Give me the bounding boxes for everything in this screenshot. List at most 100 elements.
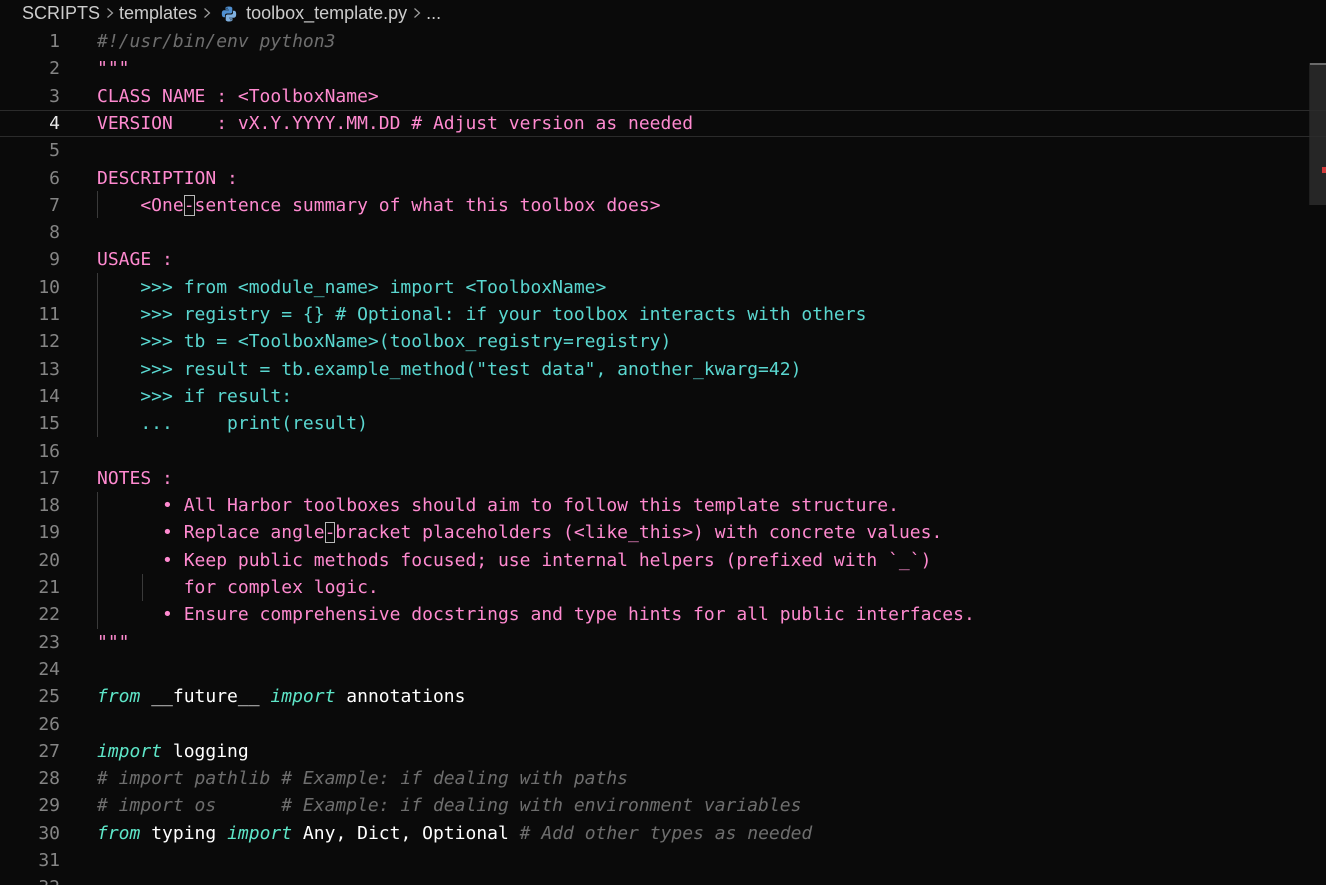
code-line[interactable]: 1 #!/usr/bin/env python3 xyxy=(0,28,1326,55)
code-text: • Keep public methods focused; use inter… xyxy=(97,547,931,574)
line-number: 10 xyxy=(38,276,60,298)
code-line[interactable]: 13 >>> result = tb.example_method("test … xyxy=(0,356,1326,383)
code-token: import xyxy=(270,686,336,708)
line-number: 28 xyxy=(38,768,60,790)
code-text: ... print(result) xyxy=(97,410,368,437)
code-line[interactable]: 15 ... print(result) xyxy=(0,410,1326,437)
code-token: >>> from <module_name> import <ToolboxNa… xyxy=(97,276,607,298)
code-token: • Replace angle xyxy=(97,522,325,544)
code-text: """ xyxy=(97,55,130,82)
code-token: >>> tb = <ToolboxName>(toolbox_registry=… xyxy=(97,331,672,353)
code-line[interactable]: 10 >>> from <module_name> import <Toolbo… xyxy=(0,274,1326,301)
code-line[interactable]: 3 CLASS NAME : <ToolboxName> xyxy=(0,83,1326,110)
code-line[interactable]: 27 import logging xyxy=(0,738,1326,765)
code-token: # import pathlib # Example: if dealing w… xyxy=(97,768,629,790)
code-token: >>> result = tb.example_method("test dat… xyxy=(97,358,802,380)
bracket-match-highlight: - xyxy=(324,522,336,544)
line-number: 5 xyxy=(49,140,60,162)
code-line[interactable]: 18 • All Harbor toolboxes should aim to … xyxy=(0,492,1326,519)
line-number: 6 xyxy=(49,167,60,189)
line-number: 32 xyxy=(0,874,60,885)
breadcrumb-item-scripts[interactable]: SCRIPTS xyxy=(22,3,100,24)
code-line[interactable]: 31 xyxy=(0,847,1326,874)
code-token: """ xyxy=(97,58,130,80)
line-number: 17 xyxy=(38,467,60,489)
code-text: >>> tb = <ToolboxName>(toolbox_registry=… xyxy=(97,328,671,355)
code-line[interactable]: 22 • Ensure comprehensive docstrings and… xyxy=(0,601,1326,628)
code-line[interactable]: 11 >>> registry = {} # Optional: if your… xyxy=(0,301,1326,328)
code-token: sentence summary of what this toolbox do… xyxy=(194,194,661,216)
code-line[interactable]: 2 """ xyxy=(0,55,1326,82)
code-line[interactable]: 28 # import pathlib # Example: if dealing… xyxy=(0,765,1326,792)
line-number: 15 xyxy=(38,413,60,435)
code-line[interactable]: 17 NOTES : xyxy=(0,465,1326,492)
line-number: 4 xyxy=(49,112,60,134)
code-line[interactable]: 7 <One-sentence summary of what this too… xyxy=(0,192,1326,219)
code-token: __future__ xyxy=(140,686,271,708)
line-number: 23 xyxy=(38,631,60,653)
code-line[interactable]: 30 from typing import Any, Dict, Optional… xyxy=(0,820,1326,847)
code-line[interactable]: 26 xyxy=(0,711,1326,738)
code-token: • All Harbor toolboxes should aim to fol… xyxy=(97,495,899,517)
code-line[interactable]: 32 xyxy=(0,874,1326,885)
line-number: 21 xyxy=(38,577,60,598)
code-line[interactable]: 25 from __future__ import annotations xyxy=(0,683,1326,710)
code-line[interactable]: 24 xyxy=(0,656,1326,683)
line-number: 18 xyxy=(38,495,60,517)
code-token: USAGE : xyxy=(97,249,173,271)
code-line[interactable]: 29 # import os # Example: if dealing with… xyxy=(0,792,1326,819)
line-number: 7 xyxy=(49,194,60,216)
code-text: #!/usr/bin/env python3 xyxy=(97,28,335,55)
code-line[interactable]: 5 xyxy=(0,137,1326,164)
code-text: VERSION : vX.Y.YYYY.MM.DD # Adjust versi… xyxy=(97,111,693,136)
code-line[interactable]: 16 xyxy=(0,438,1326,465)
line-number: 29 xyxy=(38,795,60,817)
code-token: for complex logic. xyxy=(97,577,379,598)
code-text: USAGE : xyxy=(97,246,173,273)
code-line[interactable]: 9 USAGE : xyxy=(0,246,1326,273)
code-token: >>> if result: xyxy=(97,385,293,407)
code-token: bracket placeholders (<like_this>) with … xyxy=(335,522,943,544)
code-token: # Add other types as needed xyxy=(519,822,813,844)
code-text: # import os # Example: if dealing with e… xyxy=(97,792,801,819)
line-number: 27 xyxy=(38,740,60,762)
line-number: 26 xyxy=(38,713,60,735)
code-text: for complex logic. xyxy=(97,574,379,601)
code-token: # import os # Example: if dealing with e… xyxy=(97,795,802,817)
code-token: <One xyxy=(97,194,184,216)
code-text: from __future__ import annotations xyxy=(97,683,465,710)
code-editor[interactable]: 1 #!/usr/bin/env python3 2 """ 3 CLASS NAME :… xyxy=(0,27,1326,885)
breadcrumb-item-more[interactable]: ... xyxy=(426,3,441,24)
breadcrumb-item-templates[interactable]: templates xyxy=(119,3,197,24)
code-line[interactable]: 12 >>> tb = <ToolboxName>(toolbox_regist… xyxy=(0,328,1326,355)
line-number: 9 xyxy=(49,249,60,271)
breadcrumb: SCRIPTS templates toolbox_template.py ..… xyxy=(0,0,1326,27)
code-line[interactable]: 8 xyxy=(0,219,1326,246)
line-number: 14 xyxy=(38,385,60,407)
line-number: 30 xyxy=(38,822,60,844)
code-text: CLASS NAME : <ToolboxName> xyxy=(97,83,379,110)
code-token: Any, Dict, Optional xyxy=(292,822,520,844)
code-line[interactable]: 21 for complex logic. xyxy=(0,574,1326,601)
line-number: 16 xyxy=(38,440,60,462)
code-token: • Ensure comprehensive docstrings and ty… xyxy=(97,604,975,626)
code-text: >>> result = tb.example_method("test dat… xyxy=(97,356,801,383)
chevron-right-icon xyxy=(413,7,421,18)
code-line[interactable]: 6 DESCRIPTION : xyxy=(0,165,1326,192)
code-token: annotations xyxy=(335,686,466,708)
code-line[interactable]: 20 • Keep public methods focused; use in… xyxy=(0,547,1326,574)
chevron-right-icon xyxy=(106,7,114,18)
chevron-right-icon xyxy=(203,7,211,18)
line-number: 3 xyxy=(49,85,60,107)
code-token: DESCRIPTION : xyxy=(97,167,238,189)
line-number: 2 xyxy=(49,58,60,80)
line-number: 31 xyxy=(38,850,60,871)
code-text: • Replace angle-bracket placeholders (<l… xyxy=(97,519,942,546)
code-line[interactable]: 4 VERSION : vX.Y.YYYY.MM.DD # Adjust vers… xyxy=(0,109,1326,138)
code-line[interactable]: 19 • Replace angle-bracket placeholders … xyxy=(0,519,1326,546)
code-line[interactable]: 23 """ xyxy=(0,629,1326,656)
code-line[interactable]: 14 >>> if result: xyxy=(0,383,1326,410)
line-number: 8 xyxy=(49,222,60,244)
python-file-icon xyxy=(221,6,237,22)
breadcrumb-item-file[interactable]: toolbox_template.py xyxy=(246,3,407,24)
